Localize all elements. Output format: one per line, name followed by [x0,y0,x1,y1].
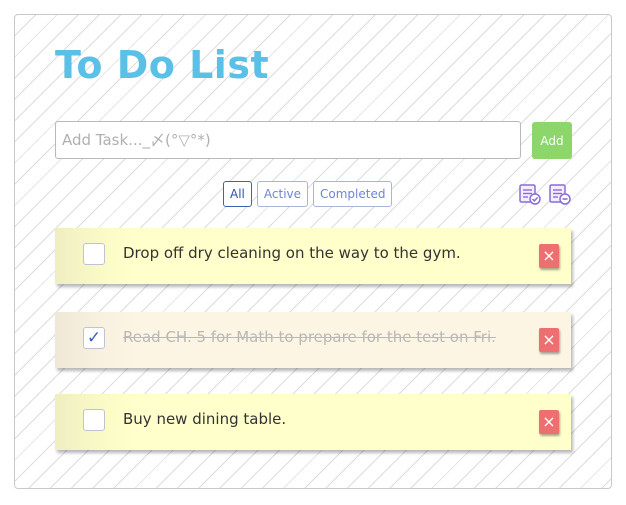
delete-button[interactable]: × [539,410,559,434]
todo-item: Buy new dining table. × [55,394,571,450]
todo-item: ✓ Read CH. 5 for Math to prepare for the… [55,312,571,368]
todo-checkbox[interactable] [83,243,105,265]
add-button[interactable]: Add [532,122,572,159]
filter-active-button[interactable]: Active [256,181,309,207]
todo-text: Drop off dry cleaning on the way to the … [123,244,461,262]
todo-checkbox[interactable]: ✓ [83,327,105,349]
delete-button[interactable]: × [539,244,559,268]
todo-text: Read CH. 5 for Math to prepare for the t… [123,328,496,346]
todo-checkbox[interactable] [83,409,105,431]
filter-all-button[interactable]: All [223,181,252,207]
filter-completed-button[interactable]: Completed [313,181,393,207]
delete-button[interactable]: × [539,328,559,352]
clear-completed-icon[interactable] [548,182,572,206]
filter-bar: All Active Completed [223,181,393,207]
todo-card: To Do List Add All Active Completed Drop [14,14,612,489]
todo-text: Buy new dining table. [123,410,287,428]
page-title: To Do List [55,43,270,87]
complete-all-icon[interactable] [518,182,542,206]
task-input[interactable] [55,121,521,159]
todo-item: Drop off dry cleaning on the way to the … [55,228,571,284]
